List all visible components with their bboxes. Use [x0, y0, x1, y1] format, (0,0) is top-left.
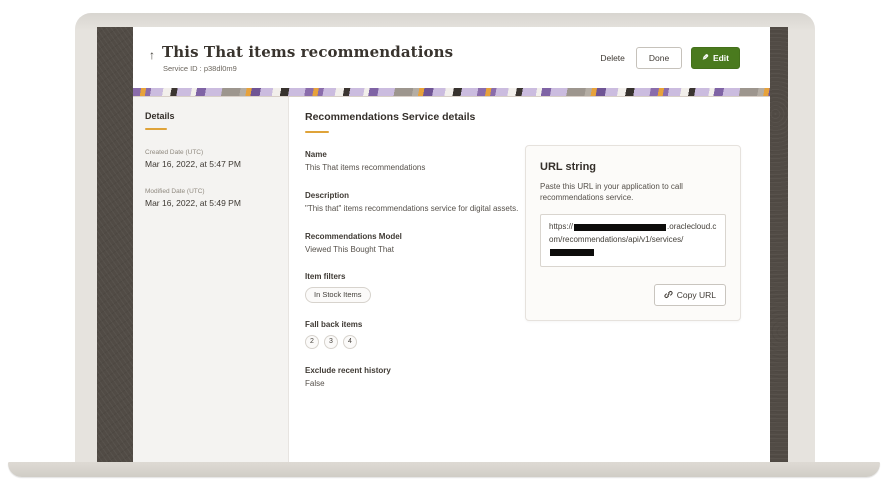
created-date-value: Mar 16, 2022, at 5:47 PM	[145, 159, 276, 169]
service-id: Service ID : p38dl0m9	[162, 64, 453, 73]
redacted-service-id	[550, 249, 594, 256]
description-value: "This that" items recommendations servic…	[305, 204, 525, 215]
header-actions: Delete Done ✎ Edit	[598, 47, 740, 69]
description-label: Description	[305, 191, 525, 200]
laptop-base	[8, 462, 880, 477]
edit-button[interactable]: ✎ Edit	[691, 47, 740, 69]
main-content: Recommendations Service details Name Thi…	[289, 97, 770, 462]
name-label: Name	[305, 150, 525, 159]
created-date-field: Created Date (UTC) Mar 16, 2022, at 5:47…	[145, 149, 276, 169]
fallback-pill: 4	[343, 335, 357, 349]
title-text-group: This That items recommendations Service …	[162, 43, 453, 73]
model-label: Recommendations Model	[305, 232, 525, 241]
modified-date-field: Modified Date (UTC) Mar 16, 2022, at 5:4…	[145, 188, 276, 208]
section-heading: Recommendations Service details	[305, 111, 770, 123]
name-field: Name This That items recommendations	[305, 150, 525, 174]
section-heading-underline	[305, 131, 329, 133]
fallback-pill: 2	[305, 335, 319, 349]
title-block: ↑ This That items recommendations Servic…	[149, 43, 453, 73]
redacted-hostname	[574, 224, 666, 231]
exclude-history-field: Exclude recent history False	[305, 366, 525, 390]
created-date-label: Created Date (UTC)	[145, 149, 276, 156]
url-card-description: Paste this URL in your application to ca…	[540, 181, 726, 203]
page-title: This That items recommendations	[162, 43, 453, 61]
edit-button-label: Edit	[713, 53, 729, 63]
fallback-items-label: Fall back items	[305, 320, 525, 329]
wallpaper-pattern-right	[770, 27, 788, 462]
name-value: This That items recommendations	[305, 163, 525, 174]
delete-button[interactable]: Delete	[598, 49, 627, 67]
url-value-box[interactable]: https://.oraclecloud.com/recommendations…	[540, 214, 726, 266]
done-button[interactable]: Done	[636, 47, 682, 69]
fallback-items-field: Fall back items 2 3 4	[305, 320, 525, 349]
pencil-icon: ✎	[702, 54, 709, 62]
item-filters-label: Item filters	[305, 272, 525, 281]
exclude-history-value: False	[305, 379, 525, 390]
wallpaper-pattern-left	[97, 27, 133, 462]
app-header: ↑ This That items recommendations Servic…	[133, 27, 770, 88]
url-string-card: URL string Paste this URL in your applic…	[525, 145, 741, 321]
copy-url-label: Copy URL	[677, 290, 716, 300]
back-arrow-icon[interactable]: ↑	[149, 49, 155, 61]
decorative-banner	[133, 88, 770, 97]
page-background: ↑ This That items recommendations Servic…	[0, 0, 888, 500]
filter-pill: In Stock Items	[305, 287, 371, 303]
sidebar-heading-underline	[145, 128, 167, 130]
url-protocol: https://	[549, 222, 573, 231]
url-path: /recommendations/api/v1/services/	[560, 235, 683, 244]
app-window: ↑ This That items recommendations Servic…	[133, 27, 770, 462]
item-filters-field: Item filters In Stock Items	[305, 272, 525, 303]
sidebar-heading: Details	[145, 111, 276, 121]
laptop-bezel: ↑ This That items recommendations Servic…	[75, 13, 815, 462]
app-body: Details Created Date (UTC) Mar 16, 2022,…	[133, 97, 770, 462]
modified-date-label: Modified Date (UTC)	[145, 188, 276, 195]
details-sidebar: Details Created Date (UTC) Mar 16, 2022,…	[133, 97, 289, 462]
exclude-history-label: Exclude recent history	[305, 366, 525, 375]
url-card-footer: Copy URL	[540, 284, 726, 306]
url-card-title: URL string	[540, 161, 726, 173]
laptop-screen: ↑ This That items recommendations Servic…	[97, 27, 788, 462]
model-value: Viewed This Bought That	[305, 245, 525, 256]
copy-url-button[interactable]: Copy URL	[654, 284, 726, 306]
fallback-pill: 3	[324, 335, 338, 349]
link-icon	[664, 290, 673, 299]
item-filters-pills: In Stock Items	[305, 287, 525, 303]
modified-date-value: Mar 16, 2022, at 5:49 PM	[145, 198, 276, 208]
model-field: Recommendations Model Viewed This Bought…	[305, 232, 525, 256]
fallback-items-pills: 2 3 4	[305, 335, 525, 349]
description-field: Description "This that" items recommenda…	[305, 191, 525, 215]
